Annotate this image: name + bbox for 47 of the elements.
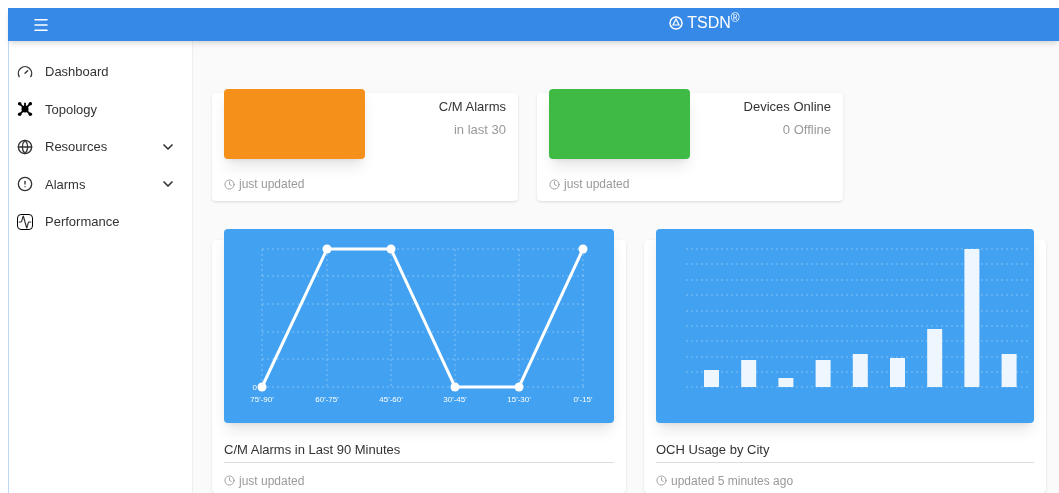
update-time: updated 5 minutes ago xyxy=(671,472,794,490)
chart-bar xyxy=(741,360,757,387)
globe-icon xyxy=(17,138,33,155)
chart-bar xyxy=(778,378,794,387)
chart-bar xyxy=(1001,354,1017,387)
clock-icon xyxy=(656,475,667,486)
stat-subtitle: 0 Offline xyxy=(782,120,831,139)
data-point xyxy=(514,382,524,392)
axis-label: 15'-30' xyxy=(507,395,531,404)
chart-bar xyxy=(815,360,831,387)
sidebar-item[interactable]: Topology xyxy=(9,90,192,128)
stat-title: C/M Alarms xyxy=(438,98,506,116)
data-point xyxy=(322,244,332,254)
axis-label: 60'-75' xyxy=(315,395,339,404)
chart-bar xyxy=(852,354,868,387)
data-point xyxy=(257,382,267,392)
axis-label: 45'-60' xyxy=(379,395,403,404)
update-time: just updated xyxy=(239,472,305,490)
chart-bar xyxy=(890,358,905,387)
data-point xyxy=(386,244,396,254)
clock-icon xyxy=(224,178,235,190)
axis-label: 75'-90' xyxy=(250,395,274,404)
logo-icon xyxy=(669,15,684,30)
sidebar-item[interactable]: Alarms xyxy=(9,165,192,203)
chart-bar xyxy=(704,370,719,387)
chart-bar xyxy=(927,329,943,387)
clock-icon xyxy=(549,178,560,190)
stat-subtitle: in last 30 xyxy=(453,120,506,139)
sidebar-item[interactable]: Dashboard xyxy=(9,53,192,91)
clock-icon xyxy=(224,475,235,486)
axis-label: 0 xyxy=(252,383,257,392)
alert-icon xyxy=(17,176,33,193)
network-icon xyxy=(17,100,33,119)
brand-name: TSDN$^{®}$ xyxy=(687,10,740,33)
chart-title: C/M Alarms in Last 90 Minutes xyxy=(224,440,614,463)
update-time: just updated xyxy=(239,176,305,193)
data-point xyxy=(450,382,460,392)
axis-label: 30'-45' xyxy=(443,395,467,404)
pulse-icon xyxy=(17,213,33,230)
stat-title: Devices Online xyxy=(743,98,831,116)
sidebar-item[interactable]: Performance xyxy=(9,203,192,241)
sidebar-item[interactable]: Resources xyxy=(9,128,192,166)
update-time: just updated xyxy=(564,176,630,193)
axis-label: 0'-15' xyxy=(573,395,593,404)
chart-title: OCH Usage by City xyxy=(656,440,1034,463)
gauge-icon xyxy=(17,63,33,80)
data-point xyxy=(578,244,588,254)
